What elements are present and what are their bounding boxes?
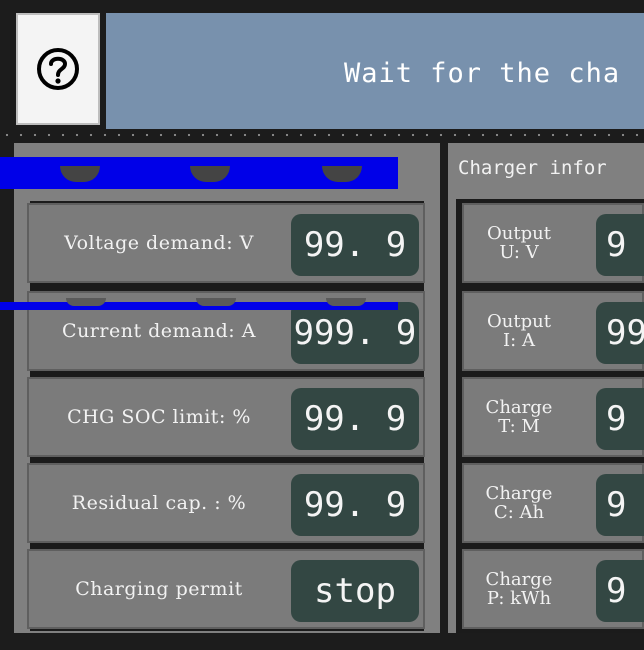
charge-time-value[interactable]: 9 (596, 388, 644, 450)
current-demand-value[interactable]: 999. 9 (291, 302, 419, 364)
output-voltage-value[interactable]: 9 (596, 214, 644, 276)
charge-power-row: Charge P: kWh 9 (462, 549, 644, 629)
charger-info-header: Charger infor (458, 157, 607, 179)
label-line-1: Charge (485, 483, 553, 504)
output-voltage-label: Output U: V (464, 205, 574, 281)
output-current-value[interactable]: 99 (596, 302, 644, 364)
voltage-demand-label: Voltage demand: V (64, 232, 254, 254)
connector-bump (66, 298, 106, 306)
output-voltage-row: Output U: V 9 (462, 203, 644, 283)
charging-permit-value[interactable]: stop (291, 560, 419, 622)
label-line-2: U: V (499, 242, 539, 263)
charge-time-label: Charge T: M (464, 379, 574, 455)
charge-capacity-row: Charge C: Ah 9 (462, 463, 644, 543)
charge-time-row: Charge T: M 9 (462, 377, 644, 457)
dotted-separator (0, 132, 644, 138)
charging-permit-row: Charging permit stop (27, 549, 425, 629)
bottom-border (0, 633, 644, 650)
chg-soc-limit-value[interactable]: 99. 9 (291, 388, 419, 450)
charge-power-value[interactable]: 9 (596, 560, 644, 622)
output-current-row: Output I: A 99 (462, 291, 644, 371)
title-bar: Wait for the cha (106, 13, 644, 129)
residual-cap-value[interactable]: 99. 9 (291, 474, 419, 536)
question-circle-icon (37, 48, 79, 90)
charge-power-label: Charge P: kWh (464, 551, 574, 627)
voltage-demand-value[interactable]: 99. 9 (291, 214, 419, 276)
chg-soc-limit-label: CHG SOC limit: % (67, 406, 251, 428)
label-line-1: Charge (485, 569, 553, 590)
output-current-label: Output I: A (464, 293, 574, 369)
label-line-1: Charge (485, 397, 553, 418)
charge-capacity-value[interactable]: 9 (596, 474, 644, 536)
label-line-1: Output (487, 223, 551, 244)
charging-permit-label: Charging permit (75, 578, 243, 600)
connector-bump (326, 298, 366, 306)
connector-bump (196, 298, 236, 306)
label-line-2: T: M (498, 416, 540, 437)
residual-cap-label: Residual cap. : % (71, 492, 247, 514)
charge-capacity-label: Charge C: Ah (464, 465, 574, 541)
label-line-2: C: Ah (493, 502, 545, 523)
page-title: Wait for the cha (344, 58, 621, 89)
label-line-2: I: A (503, 330, 535, 351)
chg-soc-limit-row: CHG SOC limit: % 99. 9 (27, 377, 425, 457)
voltage-demand-row: Voltage demand: V 99. 9 (27, 203, 425, 283)
label-line-2: P: kWh (486, 588, 552, 609)
residual-cap-row: Residual cap. : % 99. 9 (27, 463, 425, 543)
help-button[interactable] (16, 13, 100, 125)
label-line-1: Output (487, 311, 551, 332)
